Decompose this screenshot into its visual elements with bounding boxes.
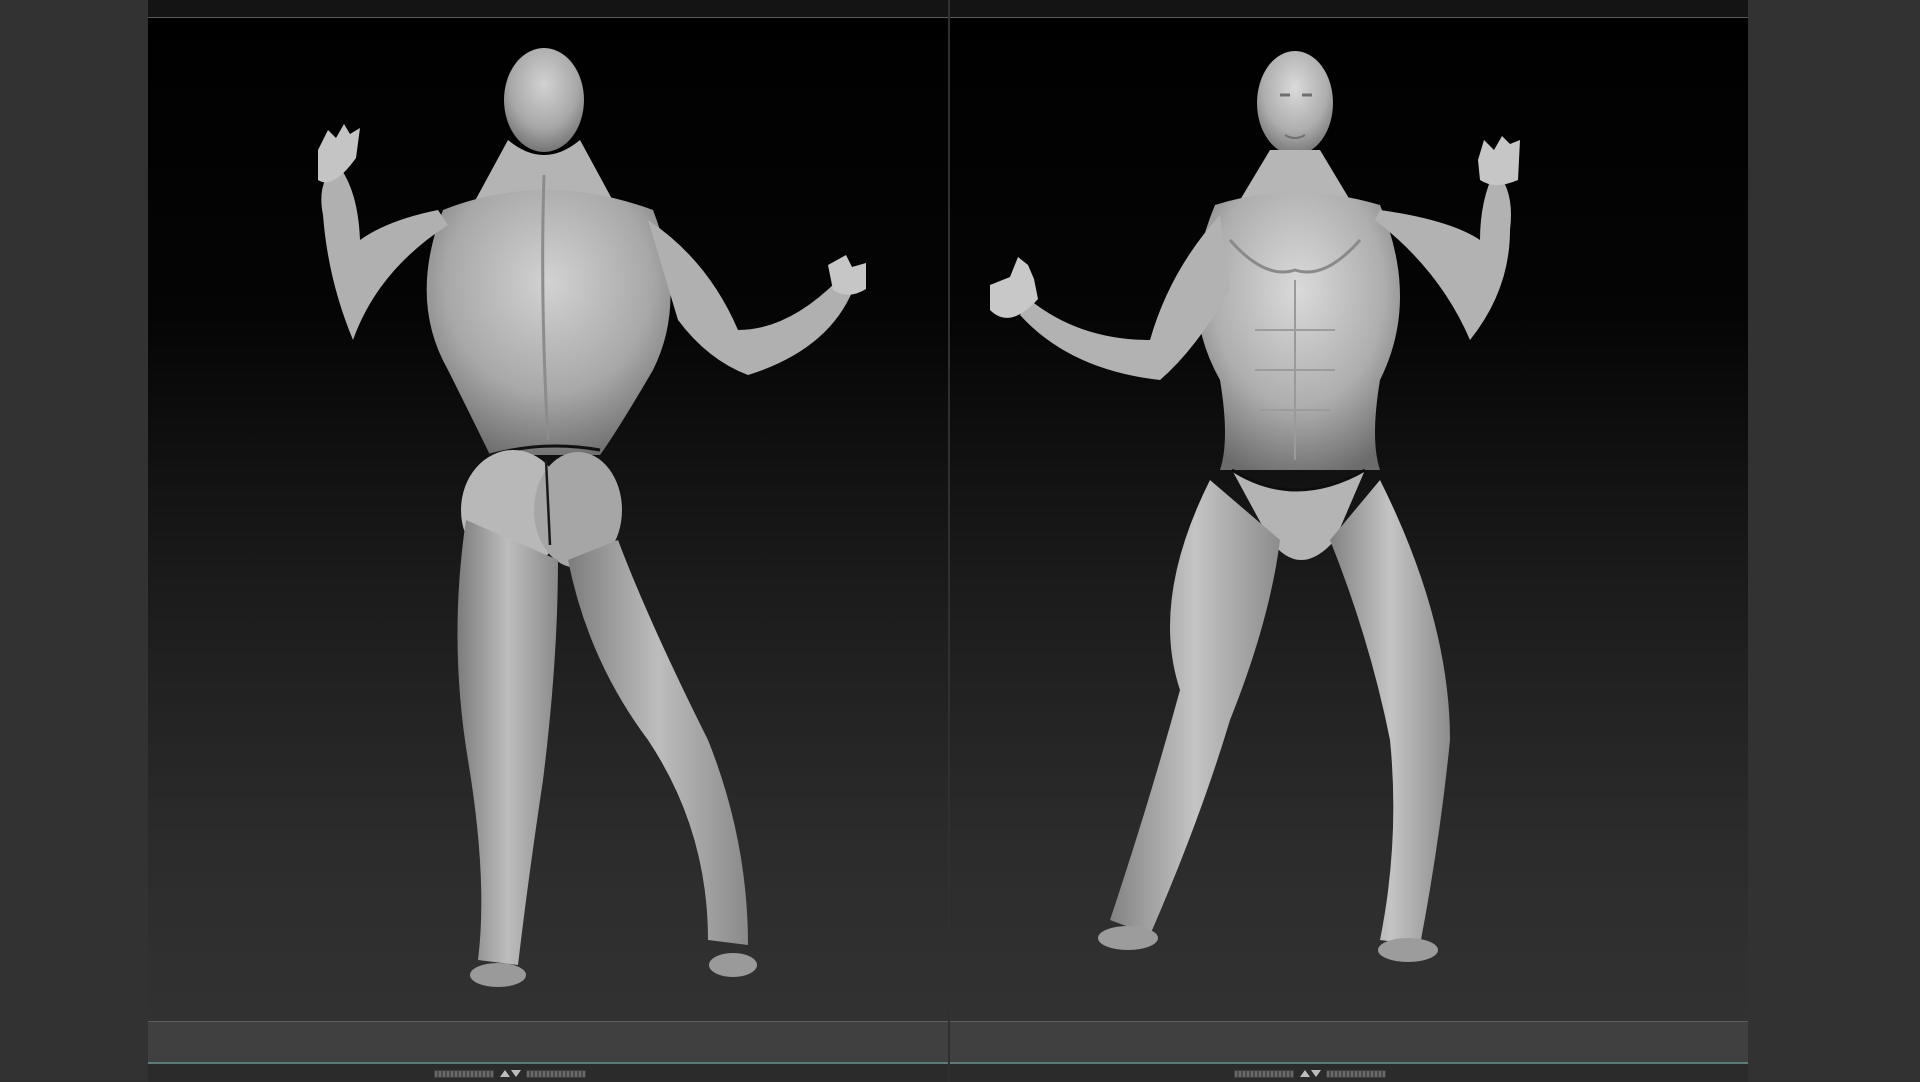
up-down-arrows-icon[interactable] bbox=[498, 1069, 522, 1078]
scroll-track[interactable] bbox=[1234, 1069, 1294, 1078]
viewport-top-strip bbox=[148, 0, 948, 18]
scroll-track[interactable] bbox=[434, 1069, 494, 1078]
viewport-front-view[interactable] bbox=[950, 0, 1748, 1062]
up-down-arrows-icon[interactable] bbox=[1298, 1069, 1322, 1078]
scroll-control-right[interactable] bbox=[1234, 1069, 1386, 1078]
scroll-track[interactable] bbox=[1326, 1069, 1386, 1078]
viewport-top-strip bbox=[950, 0, 1748, 18]
bottom-scroll-bar-right bbox=[950, 1062, 1748, 1082]
right-side-panel bbox=[1748, 0, 1920, 1080]
viewport-floor-band bbox=[148, 1021, 948, 1062]
viewport-floor-band bbox=[950, 1021, 1748, 1062]
sculpt-figure-front[interactable] bbox=[950, 40, 1748, 1020]
bottom-scroll-bar-left bbox=[148, 1062, 948, 1082]
viewport-back-view[interactable] bbox=[148, 0, 948, 1062]
left-side-panel bbox=[0, 0, 148, 1080]
sculpt-app-window bbox=[0, 0, 1920, 1082]
sculpt-figure-back[interactable] bbox=[148, 40, 948, 1020]
scroll-control-left[interactable] bbox=[434, 1069, 586, 1078]
scroll-track[interactable] bbox=[526, 1069, 586, 1078]
